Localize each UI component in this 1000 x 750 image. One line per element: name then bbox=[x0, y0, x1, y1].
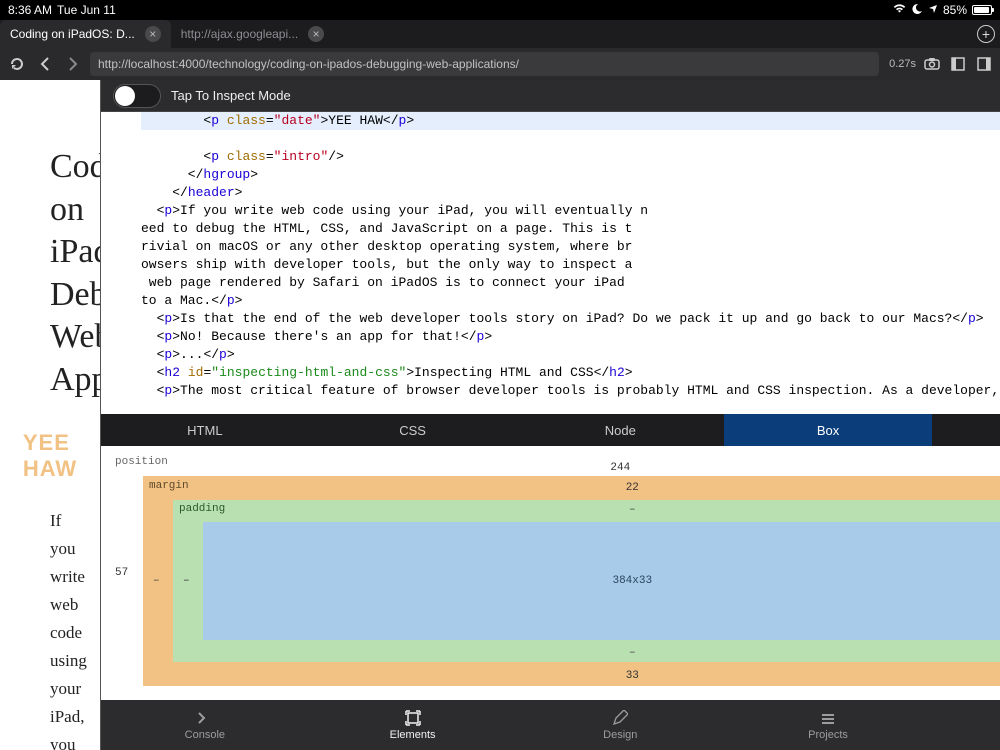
url-text: http://localhost:4000/technology/coding-… bbox=[98, 57, 519, 71]
padding-bottom: – bbox=[629, 647, 636, 659]
bottom-design[interactable]: Design bbox=[516, 709, 724, 741]
bottom-more[interactable]: More bbox=[932, 709, 1000, 741]
padding-box: padding – – – – 384x33 bbox=[173, 500, 1000, 662]
url-field[interactable]: http://localhost:4000/technology/coding-… bbox=[90, 52, 879, 76]
status-time: 8:36 AM bbox=[8, 3, 52, 17]
console-icon bbox=[195, 709, 215, 727]
position-left: 57 bbox=[115, 567, 128, 579]
bottom-console[interactable]: Console bbox=[101, 709, 309, 741]
subtab-css[interactable]: CSS bbox=[309, 414, 517, 446]
rendered-page: Coding on iPadOS: Debugging Web Applicat… bbox=[0, 80, 100, 750]
panel-left-icon[interactable] bbox=[948, 54, 968, 74]
source-view[interactable]: <p class="date">YEE HAW</p> <p class="in… bbox=[101, 112, 1000, 414]
padding-left: – bbox=[183, 575, 190, 587]
box-model-view: position 244 57 margin 22 33 – – padding… bbox=[101, 446, 1000, 700]
elements-icon bbox=[403, 709, 423, 727]
design-icon bbox=[610, 709, 630, 727]
location-icon bbox=[928, 3, 938, 17]
wifi-icon bbox=[892, 3, 907, 17]
bottom-toolbar: Console Elements Design Projects More bbox=[101, 700, 1000, 750]
margin-left: – bbox=[153, 575, 160, 587]
reload-button[interactable] bbox=[6, 52, 28, 76]
inspector-pane: Tap To Inspect Mode <p class="date">YEE … bbox=[100, 80, 1000, 750]
tab-1[interactable]: Coding on iPadOS: D... × bbox=[0, 20, 171, 48]
tab-2-title: http://ajax.googleapi... bbox=[181, 27, 298, 41]
forward-button[interactable] bbox=[62, 52, 84, 76]
inspect-toggle[interactable] bbox=[113, 84, 161, 108]
status-bar: 8:36 AM Tue Jun 11 85% bbox=[0, 0, 1000, 20]
position-label: position bbox=[115, 456, 168, 468]
address-bar: http://localhost:4000/technology/coding-… bbox=[0, 48, 1000, 80]
close-icon[interactable]: × bbox=[145, 26, 161, 42]
position-top: 244 bbox=[610, 462, 630, 474]
subtab-html[interactable]: HTML bbox=[101, 414, 309, 446]
status-date: Tue Jun 11 bbox=[57, 3, 116, 17]
subtab-box[interactable]: Box bbox=[724, 414, 932, 446]
projects-icon bbox=[818, 709, 838, 727]
tab-1-title: Coding on iPadOS: D... bbox=[10, 27, 135, 41]
inspector-subtabs: HTML CSS Node Box Info bbox=[101, 414, 1000, 446]
bottom-elements[interactable]: Elements bbox=[309, 709, 517, 741]
inspector-top-bar: Tap To Inspect Mode bbox=[101, 80, 1000, 112]
back-button[interactable] bbox=[34, 52, 56, 76]
battery-percent: 85% bbox=[943, 3, 967, 17]
subtab-node[interactable]: Node bbox=[516, 414, 724, 446]
padding-top: – bbox=[629, 504, 636, 516]
margin-box: margin 22 33 – – padding – – – – 384x33 bbox=[143, 476, 1000, 686]
panel-right-icon[interactable] bbox=[974, 54, 994, 74]
tab-bar: Coding on iPadOS: D... × http://ajax.goo… bbox=[0, 20, 1000, 48]
close-icon[interactable]: × bbox=[308, 26, 324, 42]
inspect-toggle-label: Tap To Inspect Mode bbox=[171, 88, 291, 103]
subtab-info[interactable]: Info bbox=[932, 414, 1000, 446]
margin-bottom: 33 bbox=[626, 670, 639, 682]
tab-2[interactable]: http://ajax.googleapi... × bbox=[171, 20, 334, 48]
margin-top: 22 bbox=[626, 482, 639, 494]
new-tab-button[interactable]: + bbox=[972, 20, 1000, 48]
battery-icon bbox=[972, 5, 992, 15]
load-time: 0.27s bbox=[889, 58, 916, 70]
moon-icon bbox=[912, 3, 923, 17]
content-box: 384x33 bbox=[203, 522, 1000, 640]
camera-icon[interactable] bbox=[922, 54, 942, 74]
bottom-projects[interactable]: Projects bbox=[724, 709, 932, 741]
